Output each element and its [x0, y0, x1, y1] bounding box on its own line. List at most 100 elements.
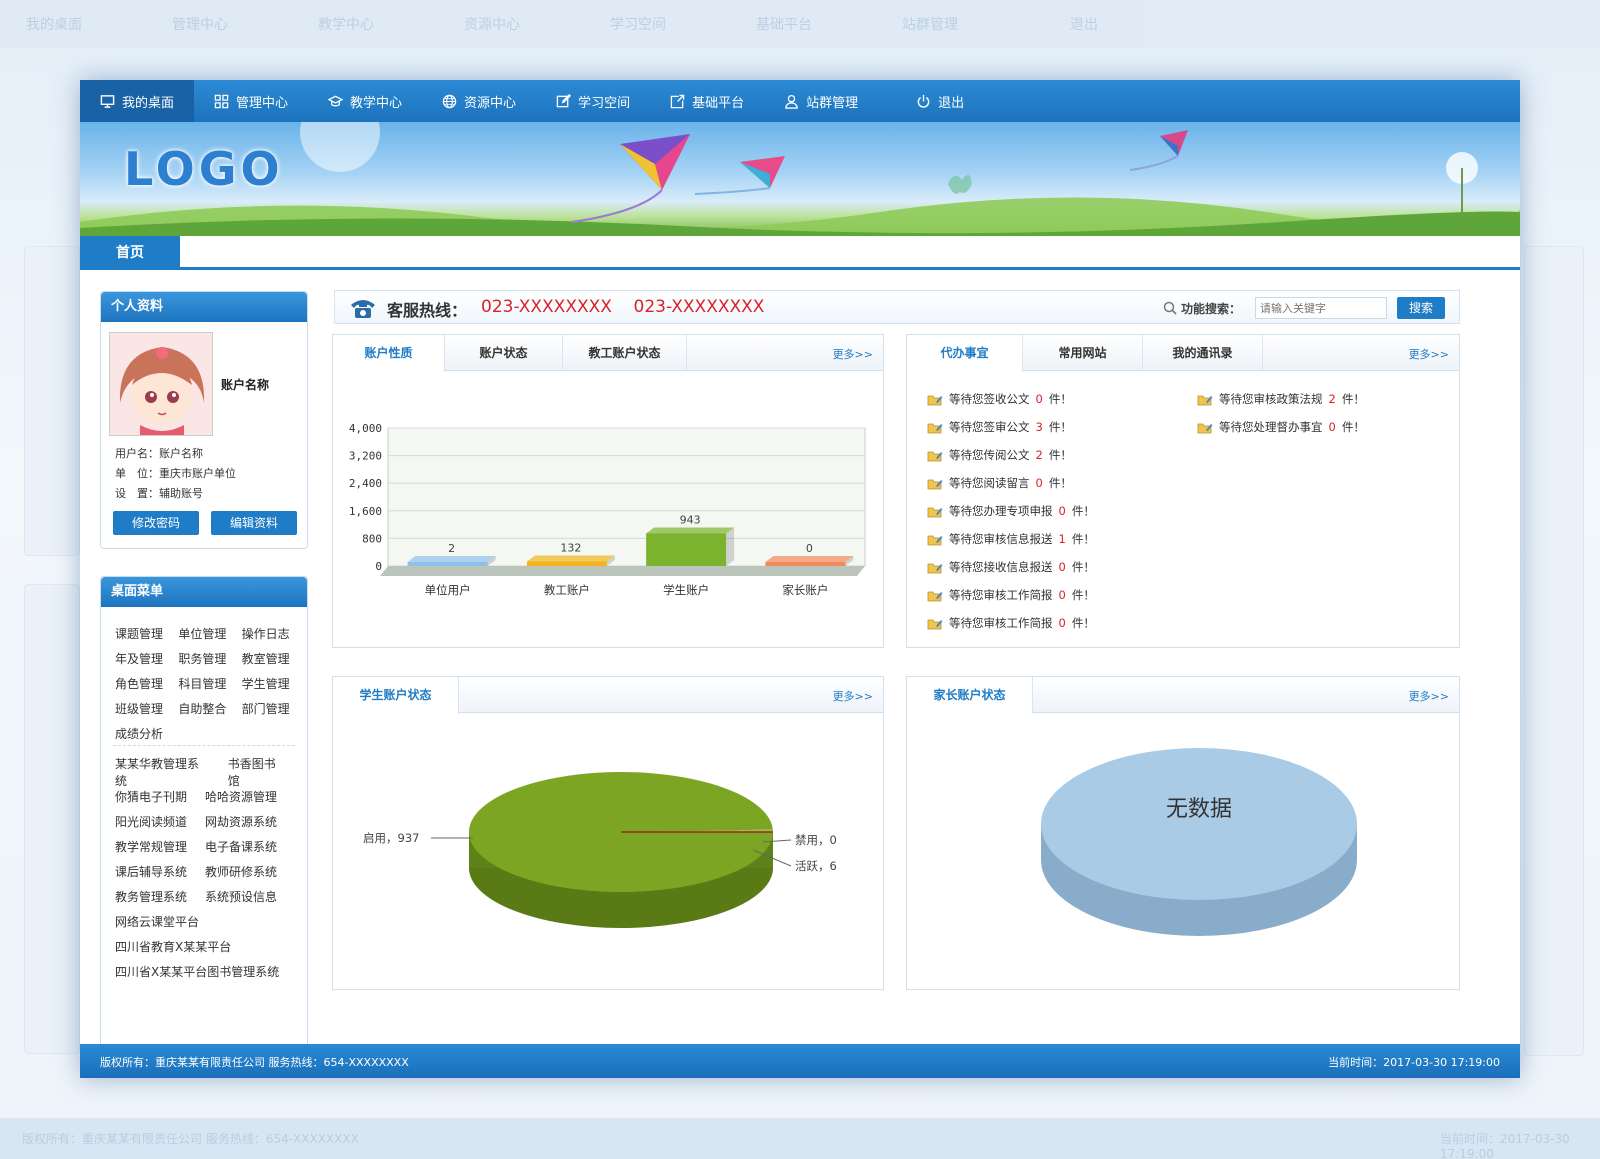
footer-copyright: 版权所有：重庆某某有限责任公司 服务热线：654-XXXXXXXX	[100, 1056, 409, 1069]
todo-unit: 件！	[1048, 420, 1072, 434]
todo-count: 0	[1058, 588, 1066, 602]
menu-item[interactable]: 教室管理	[242, 650, 305, 667]
menu-item[interactable]: 自助整合	[178, 700, 241, 717]
tab-home[interactable]: 首页	[80, 236, 180, 270]
menu-item[interactable]: 角色管理	[115, 675, 178, 692]
nav-item-management[interactable]: 管理中心	[194, 80, 308, 122]
nav-item-learning-space[interactable]: 学习空间	[536, 80, 650, 122]
system-link[interactable]: 四川省教育X某某平台	[115, 938, 231, 955]
folder-pencil-icon	[1197, 395, 1213, 405]
todo-item[interactable]: 等待您处理督办事宜 0 件！	[1197, 419, 1365, 435]
todo-count: 0	[1058, 560, 1066, 574]
system-link[interactable]: 四川省X某某平台图书管理系统	[115, 963, 279, 980]
system-link[interactable]: 你猜电子刊期	[115, 788, 187, 805]
system-link-row: 教务管理系统 系统预设信息	[115, 884, 305, 909]
nav-item-site-group[interactable]: 站群管理	[764, 80, 878, 122]
menu-item[interactable]: 年及管理	[115, 650, 178, 667]
account-stats-box: 账户性质 账户状态 教工账户状态 更多>> 0 800 1,600 2,400 3,20…	[332, 334, 884, 648]
todo-count: 0	[1035, 476, 1043, 490]
todo-item[interactable]: 等待您阅读留言 0 件！	[927, 475, 1072, 491]
todo-unit: 件！	[1071, 560, 1095, 574]
menu-item[interactable]: 班级管理	[115, 700, 178, 717]
tab-contacts[interactable]: 我的通讯录	[1143, 335, 1263, 371]
nav-label: 学习空间	[578, 95, 631, 111]
system-link[interactable]: 书香图书馆	[228, 755, 287, 789]
system-link[interactable]: 阳光阅读频道	[115, 813, 187, 830]
tab-staff-account-status[interactable]: 教工账户状态	[563, 335, 687, 371]
todo-item[interactable]: 等待您办理专项申报 0 件！	[927, 503, 1095, 519]
todo-text: 等待您处理督办事宜	[1219, 420, 1323, 434]
system-link[interactable]: 教师研修系统	[205, 863, 277, 880]
avatar	[109, 332, 213, 436]
menu-item[interactable]: 科目管理	[178, 675, 241, 692]
bar	[646, 533, 727, 566]
todo-count: 1	[1058, 532, 1066, 546]
system-link[interactable]: 教学常规管理	[115, 838, 187, 855]
tab-account-status[interactable]: 账户状态	[445, 335, 563, 371]
todo-item[interactable]: 等待您审核工作简报 0 件！	[927, 615, 1095, 631]
more-link[interactable]: 更多>>	[1409, 346, 1449, 362]
system-link[interactable]: 系统预设信息	[205, 888, 277, 905]
todo-unit: 件！	[1071, 504, 1095, 518]
todo-item[interactable]: 等待您签收公文 0 件！	[927, 391, 1072, 407]
banner: LOGO	[80, 122, 1520, 236]
system-link[interactable]: 网络云课堂平台	[115, 913, 199, 930]
tab-common-sites[interactable]: 常用网站	[1023, 335, 1143, 371]
nav-item-resources[interactable]: 资源中心	[422, 80, 536, 122]
system-link[interactable]: 教务管理系统	[115, 888, 187, 905]
monitor-icon	[100, 94, 115, 108]
nav-item-logout[interactable]: 退出	[896, 80, 984, 122]
menu-item[interactable]: 操作日志	[242, 625, 305, 642]
todo-item[interactable]: 等待您传阅公文 2 件！	[927, 447, 1072, 463]
todo-unit: 件！	[1048, 448, 1072, 462]
folder-pencil-icon	[927, 563, 943, 573]
profile-panel: 个人资料 账户名称 用户名：账户名称 单 位：重庆市账户单位 设 置：辅助账号 …	[100, 291, 308, 549]
todo-item[interactable]: 等待您审核政策法规 2 件！	[1197, 391, 1365, 407]
desktop-menu-panel: 桌面菜单 课题管理 单位管理 操作日志 年及管理 职务管理 教室管理 角色管理 …	[100, 576, 308, 1078]
nav-item-teaching[interactable]: 教学中心	[308, 80, 422, 122]
todo-item[interactable]: 等待您签审公文 3 件！	[927, 419, 1072, 435]
system-link[interactable]: 某某华教管理系统	[115, 755, 210, 789]
bar-top	[526, 555, 615, 562]
todo-item[interactable]: 等待您审核信息报送 1 件！	[927, 531, 1095, 547]
menu-item[interactable]: 单位管理	[178, 625, 241, 642]
folder-pencil-icon	[927, 507, 943, 517]
todo-item[interactable]: 等待您接收信息报送 0 件！	[927, 559, 1095, 575]
system-link[interactable]: 课后辅导系统	[115, 863, 187, 880]
menu-item[interactable]: 课题管理	[115, 625, 178, 642]
more-link[interactable]: 更多>>	[833, 688, 873, 704]
menu-row: 角色管理 科目管理 学生管理	[115, 671, 305, 696]
menu-item[interactable]: 职务管理	[178, 650, 241, 667]
background-nav-text: 退出	[1070, 17, 1098, 33]
menu-item[interactable]: 部门管理	[242, 700, 305, 717]
menu-item[interactable]: 成绩分析	[115, 725, 181, 742]
system-link[interactable]: 哈哈资源管理	[205, 788, 277, 805]
parent-box-title[interactable]: 家长账户状态	[907, 677, 1033, 714]
tab-account-type[interactable]: 账户性质	[333, 335, 445, 372]
todo-text: 等待您审核政策法规	[1219, 392, 1323, 406]
tab-todo[interactable]: 代办事宜	[907, 335, 1023, 372]
background-nav-text: 我的桌面	[26, 17, 82, 33]
telephone-icon	[351, 300, 375, 318]
system-link[interactable]: 网劫资源系统	[205, 813, 277, 830]
search-label: 功能搜索：	[1181, 302, 1242, 316]
system-link[interactable]: 电子备课系统	[205, 838, 277, 855]
system-link-row: 四川省教育X某某平台	[115, 934, 305, 959]
bar-side	[726, 527, 735, 566]
todo-item[interactable]: 等待您审核工作简报 0 件！	[927, 587, 1095, 603]
todo-count: 0	[1058, 504, 1066, 518]
more-link[interactable]: 更多>>	[1409, 688, 1449, 704]
background-panel	[1524, 246, 1584, 1056]
search-input[interactable]	[1255, 297, 1387, 319]
nav-item-platform[interactable]: 基础平台	[650, 80, 764, 122]
menu-item[interactable]: 学生管理	[242, 675, 305, 692]
search-button[interactable]: 搜索	[1397, 297, 1445, 319]
nav-label: 资源中心	[464, 95, 517, 111]
folder-pencil-icon	[927, 619, 943, 629]
student-box-title[interactable]: 学生账户状态	[333, 677, 459, 714]
change-password-button[interactable]: 修改密码	[113, 511, 199, 535]
more-link[interactable]: 更多>>	[833, 346, 873, 362]
account-name: 账户名称	[221, 378, 270, 392]
nav-item-desktop[interactable]: 我的桌面	[80, 80, 195, 122]
edit-profile-button[interactable]: 编辑资料	[211, 511, 297, 535]
